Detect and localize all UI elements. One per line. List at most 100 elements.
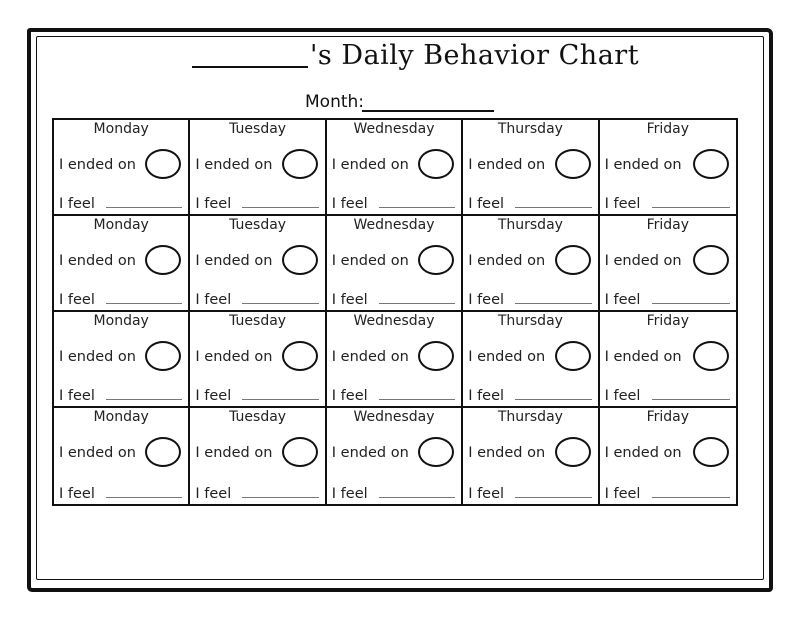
rating-circle[interactable] <box>554 341 591 371</box>
day-label: Tuesday <box>229 121 287 137</box>
month-label: Month: <box>305 92 365 112</box>
rating-circle[interactable] <box>145 437 182 467</box>
feel-blank[interactable] <box>242 497 319 498</box>
rating-circle[interactable] <box>418 341 455 371</box>
feel-blank[interactable] <box>378 303 456 304</box>
day-cell: Monday I ended on I feel <box>54 312 191 408</box>
feel-label: I feel <box>195 388 232 404</box>
feel-blank[interactable] <box>242 303 319 304</box>
feel-label: I feel <box>195 196 232 212</box>
day-cell: Monday I ended on I feel <box>54 408 191 504</box>
day-label: Monday <box>93 313 149 329</box>
rating-circle[interactable] <box>554 149 591 179</box>
feel-blank[interactable] <box>106 399 183 400</box>
feel-label: I feel <box>468 196 505 212</box>
feel-label: I feel <box>195 486 232 502</box>
ended-on-label: I ended on <box>604 349 682 365</box>
ended-on-label: I ended on <box>59 349 136 365</box>
feel-blank[interactable] <box>242 399 319 400</box>
feel-blank[interactable] <box>515 399 592 400</box>
rating-circle[interactable] <box>692 245 729 275</box>
feel-label: I feel <box>468 292 505 308</box>
rating-circle[interactable] <box>281 437 318 467</box>
feel-label: I feel <box>604 196 641 212</box>
ended-on-label: I ended on <box>604 445 682 461</box>
feel-label: I feel <box>195 292 232 308</box>
feel-label: I feel <box>468 388 505 404</box>
day-label: Thursday <box>497 121 563 137</box>
feel-blank[interactable] <box>378 497 456 498</box>
rating-circle[interactable] <box>554 437 591 467</box>
feel-label: I feel <box>331 196 368 212</box>
feel-blank[interactable] <box>651 497 730 498</box>
rating-circle[interactable] <box>418 149 455 179</box>
rating-circle[interactable] <box>145 149 182 179</box>
rating-circle[interactable] <box>554 245 591 275</box>
day-cell: Monday I ended on I feel <box>54 120 191 216</box>
rating-circle[interactable] <box>692 341 729 371</box>
feel-blank[interactable] <box>651 207 730 208</box>
day-label: Thursday <box>497 409 563 425</box>
day-cell: Wednesday I ended on I feel <box>326 216 464 312</box>
rating-circle[interactable] <box>418 437 455 467</box>
day-label: Friday <box>646 121 689 137</box>
rating-circle[interactable] <box>692 437 729 467</box>
feel-label: I feel <box>604 486 641 502</box>
day-cell: Tuesday I ended on I feel <box>190 216 327 312</box>
rating-circle[interactable] <box>281 149 318 179</box>
day-cell: Tuesday I ended on I feel <box>190 312 327 408</box>
ended-on-label: I ended on <box>331 349 409 365</box>
feel-blank[interactable] <box>106 497 183 498</box>
feel-blank[interactable] <box>106 207 183 208</box>
title-text: 's Daily Behavior Chart <box>310 40 640 71</box>
rating-circle[interactable] <box>692 149 729 179</box>
feel-label: I feel <box>59 486 95 502</box>
ended-on-label: I ended on <box>331 445 409 461</box>
day-label: Wednesday <box>353 217 435 233</box>
day-label: Wednesday <box>353 409 435 425</box>
day-label: Tuesday <box>229 313 287 329</box>
day-label: Friday <box>646 313 689 329</box>
rating-circle[interactable] <box>281 341 318 371</box>
ended-on-label: I ended on <box>604 157 682 173</box>
day-cell: Friday I ended on I feel <box>599 216 736 312</box>
day-cell: Thursday I ended on I feel <box>463 408 600 504</box>
ended-on-label: I ended on <box>59 253 136 269</box>
day-cell: Friday I ended on I feel <box>599 120 736 216</box>
day-label: Thursday <box>497 217 563 233</box>
day-cell: Wednesday I ended on I feel <box>326 312 464 408</box>
feel-label: I feel <box>468 486 505 502</box>
rating-circle[interactable] <box>418 245 455 275</box>
feel-label: I feel <box>59 196 95 212</box>
ended-on-label: I ended on <box>195 349 273 365</box>
day-cell: Tuesday I ended on I feel <box>190 120 327 216</box>
feel-blank[interactable] <box>515 497 592 498</box>
feel-blank[interactable] <box>651 399 730 400</box>
rating-circle[interactable] <box>145 245 182 275</box>
behavior-grid: Monday I ended on I feel Tuesday I ended on I… <box>52 118 738 506</box>
month-blank[interactable] <box>362 110 494 112</box>
ended-on-label: I ended on <box>468 349 546 365</box>
feel-label: I feel <box>59 388 95 404</box>
feel-blank[interactable] <box>515 303 592 304</box>
ended-on-label: I ended on <box>59 445 136 461</box>
child-name-blank[interactable] <box>192 66 308 68</box>
ended-on-label: I ended on <box>604 253 682 269</box>
feel-blank[interactable] <box>242 207 319 208</box>
day-label: Wednesday <box>353 121 435 137</box>
day-label: Monday <box>93 121 149 137</box>
feel-blank[interactable] <box>106 303 183 304</box>
rating-circle[interactable] <box>145 341 182 371</box>
day-label: Friday <box>646 217 689 233</box>
day-cell: Thursday I ended on I feel <box>463 312 600 408</box>
rating-circle[interactable] <box>281 245 318 275</box>
day-cell: Monday I ended on I feel <box>54 216 191 312</box>
ended-on-label: I ended on <box>195 157 273 173</box>
feel-label: I feel <box>604 292 641 308</box>
day-label: Thursday <box>497 313 563 329</box>
feel-blank[interactable] <box>378 207 456 208</box>
feel-blank[interactable] <box>651 303 730 304</box>
feel-blank[interactable] <box>515 207 592 208</box>
feel-label: I feel <box>59 292 95 308</box>
feel-blank[interactable] <box>378 399 456 400</box>
